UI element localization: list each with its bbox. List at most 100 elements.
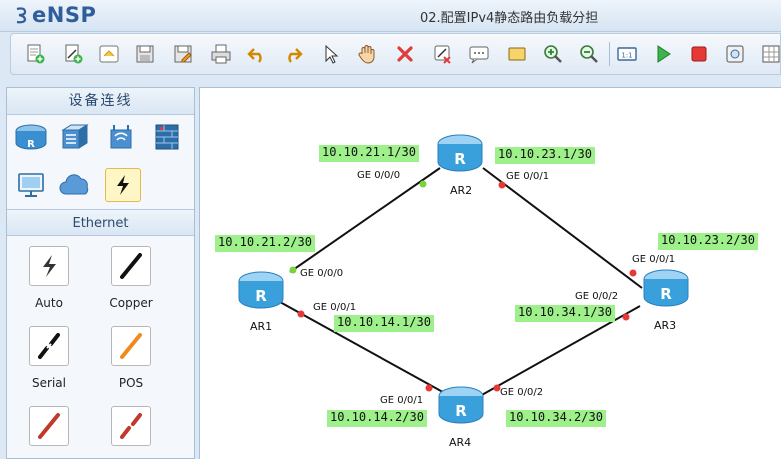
print-button[interactable] xyxy=(209,42,233,66)
ethernet-section-title: Ethernet xyxy=(7,209,194,236)
router-ar1-label: AR1 xyxy=(250,320,273,333)
grid-icon xyxy=(762,45,780,63)
ip-label-ar3-g2: 10.10.34.1/30 xyxy=(515,305,615,322)
port-label-ar3-g2: GE 0/0/2 xyxy=(575,291,619,302)
router-icon: R xyxy=(15,124,47,150)
link-ar2-ar3 xyxy=(482,167,643,289)
cable-e1[interactable] xyxy=(29,406,69,446)
select-button[interactable] xyxy=(319,42,343,66)
port-dot-ar4-g1 xyxy=(425,384,433,392)
zoom-in-button[interactable] xyxy=(541,42,565,66)
wlan-icon xyxy=(110,125,132,149)
start-icon xyxy=(657,45,671,63)
delete-icon xyxy=(397,46,413,62)
new-example-button[interactable] xyxy=(61,42,85,66)
port-dot-ar2-g1 xyxy=(498,181,506,189)
firewall-icon xyxy=(155,124,179,150)
toolbar: 1:1 xyxy=(10,33,781,75)
svg-text:1:1: 1:1 xyxy=(621,52,632,60)
undo-button[interactable] xyxy=(245,42,269,66)
save-as-button[interactable] xyxy=(171,42,195,66)
port-label-ar1-g1: GE 0/0/1 xyxy=(313,302,357,313)
ip-label-ar1-g1: 10.10.14.1/30 xyxy=(334,315,434,332)
device-panel: 设备连线 R Ethernet Auto Copper Serial POS xyxy=(6,87,195,459)
start-button[interactable] xyxy=(651,42,675,66)
device-pc[interactable] xyxy=(13,168,49,202)
stop-button[interactable] xyxy=(687,42,711,66)
new-topology-icon xyxy=(27,44,45,64)
router-ar3-label: AR3 xyxy=(654,319,677,332)
device-panel-title: 设备连线 xyxy=(7,88,194,115)
window-title: 02.配置IPv4静态路由负载分担 xyxy=(420,11,599,26)
port-label-ar2-g0: GE 0/0/0 xyxy=(357,170,401,181)
undo-icon xyxy=(247,48,262,63)
ip-label-ar1-g0: 10.10.21.2/30 xyxy=(215,235,315,252)
router-ar2-label: AR2 xyxy=(450,184,473,197)
port-dot-ar3-g2 xyxy=(622,313,630,321)
new-example-icon xyxy=(65,44,83,64)
auto-cable-icon xyxy=(43,255,56,277)
e1-cable-icon xyxy=(38,413,60,439)
port-label-ar4-g1: GE 0/0/1 xyxy=(380,395,424,406)
app-logo: eNSP xyxy=(14,3,96,27)
fit-button[interactable]: 1:1 xyxy=(615,42,639,66)
topology-canvas[interactable]: R AR2 R AR1 R AR3 R AR4 10.10.21.1/30 10… xyxy=(199,87,781,459)
grid-button[interactable] xyxy=(759,42,781,66)
save-button[interactable] xyxy=(133,42,157,66)
device-cloud[interactable] xyxy=(57,168,93,202)
svg-text:R: R xyxy=(255,287,267,305)
text-button[interactable] xyxy=(467,42,491,66)
device-firewall[interactable] xyxy=(149,120,185,154)
port-dot-ar3-g1 xyxy=(629,269,637,277)
device-wlan[interactable] xyxy=(103,120,139,154)
delete-link-button[interactable] xyxy=(431,42,455,66)
capture-button[interactable] xyxy=(723,42,747,66)
link-ar1-ar2 xyxy=(289,167,441,273)
palette-icon xyxy=(508,47,526,61)
cable-pos[interactable] xyxy=(111,326,151,366)
device-router[interactable]: R xyxy=(13,120,49,154)
toolbar-separator xyxy=(609,42,610,66)
zoom-out-button[interactable] xyxy=(577,42,601,66)
serial-cable-icon xyxy=(38,333,60,359)
router-ar1-icon[interactable]: R xyxy=(237,269,285,313)
router-ar2-icon[interactable]: R xyxy=(436,132,484,176)
cable-serial[interactable] xyxy=(29,326,69,366)
text-icon xyxy=(469,46,489,64)
device-connection[interactable] xyxy=(105,168,141,202)
port-dot-ar1-g0 xyxy=(289,266,297,274)
new-topology-button[interactable] xyxy=(23,42,47,66)
redo-button[interactable] xyxy=(281,42,305,66)
palette-button[interactable] xyxy=(505,42,529,66)
ip-label-ar4-g2: 10.10.34.2/30 xyxy=(506,410,606,427)
port-dot-ar2-g0 xyxy=(419,180,427,188)
router-ar4-icon[interactable]: R xyxy=(437,384,485,428)
pan-button[interactable] xyxy=(355,42,379,66)
ip-label-ar2-g1: 10.10.23.1/30 xyxy=(495,147,595,164)
port-dot-ar1-g1 xyxy=(297,310,305,318)
port-label-ar4-g2: GE 0/0/2 xyxy=(500,387,544,398)
ip-label-ar3-g1: 10.10.23.2/30 xyxy=(658,233,758,250)
zoom-in-icon xyxy=(544,45,562,63)
cable-copper[interactable] xyxy=(111,246,151,286)
delete-button[interactable] xyxy=(393,42,417,66)
open-button[interactable] xyxy=(97,42,121,66)
cable-auto[interactable] xyxy=(29,246,69,286)
router-ar4-label: AR4 xyxy=(449,436,472,449)
save-as-icon xyxy=(174,45,192,63)
device-switch[interactable] xyxy=(57,120,93,154)
copper-cable-icon xyxy=(120,253,142,279)
ip-label-ar2-g0: 10.10.21.1/30 xyxy=(319,145,419,162)
delete-link-icon xyxy=(434,45,451,64)
cloud-icon xyxy=(59,174,89,195)
print-icon xyxy=(211,44,231,64)
cable-atm[interactable] xyxy=(111,406,151,446)
enssp-logo-icon xyxy=(16,7,27,24)
topology-links xyxy=(279,167,643,397)
cable-serial-label: Serial xyxy=(32,376,66,390)
router-ar3-icon[interactable]: R xyxy=(642,267,690,311)
title-bar: eNSP 02.配置IPv4静态路由负载分担 xyxy=(0,0,781,32)
zoom-out-icon xyxy=(580,45,598,63)
save-icon xyxy=(136,45,154,63)
cable-auto-label: Auto xyxy=(35,296,63,310)
